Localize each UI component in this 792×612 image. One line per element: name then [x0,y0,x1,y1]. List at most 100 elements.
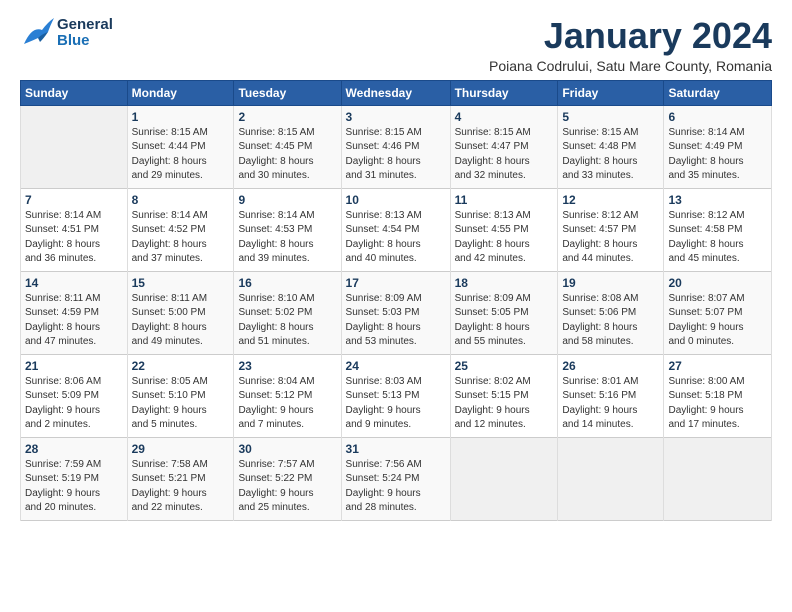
calendar-week-row: 1 Sunrise: 8:15 AM Sunset: 4:44 PM Daylig… [21,105,772,188]
day-info: Sunrise: 8:01 AM Sunset: 5:16 PM Dayligh… [562,375,659,433]
weekday-header: Monday [127,80,234,105]
day-number: 1 [132,110,230,124]
day-number: 18 [455,276,554,290]
calendar-table: SundayMondayTuesdayWednesdayThursdayFrid… [20,80,772,521]
calendar-cell: 29 Sunrise: 7:58 AM Sunset: 5:21 PM Dayli… [127,437,234,520]
calendar-cell: 10Sunrise: 8:13 AM Sunset: 4:54 PM Dayli… [341,188,450,271]
day-info: Sunrise: 8:07 AM Sunset: 5:07 PM Dayligh… [668,292,767,350]
calendar-cell: 24 Sunrise: 8:03 AM Sunset: 5:13 PM Dayli… [341,354,450,437]
logo-text: General Blue [20,16,113,50]
day-number: 28 [25,442,123,456]
calendar-week-row: 7 Sunrise: 8:14 AM Sunset: 4:51 PM Daylig… [21,188,772,271]
calendar-cell: 15 Sunrise: 8:11 AM Sunset: 5:00 PM Dayli… [127,271,234,354]
header: General Blue January 2024 Poiana Codrulu… [20,16,772,74]
calendar-cell: 3Sunrise: 8:15 AM Sunset: 4:46 PM Daylig… [341,105,450,188]
weekday-header: Wednesday [341,80,450,105]
day-number: 9 [238,193,336,207]
day-number: 29 [132,442,230,456]
day-info: Sunrise: 8:11 AM Sunset: 4:59 PM Dayligh… [25,292,123,350]
day-number: 22 [132,359,230,373]
day-number: 23 [238,359,336,373]
calendar-cell: 30 Sunrise: 7:57 AM Sunset: 5:22 PM Dayli… [234,437,341,520]
calendar-cell: 18 Sunrise: 8:09 AM Sunset: 5:05 PM Dayli… [450,271,558,354]
calendar-cell: 28 Sunrise: 7:59 AM Sunset: 5:19 PM Dayli… [21,437,128,520]
day-info: Sunrise: 8:14 AM Sunset: 4:49 PM Dayligh… [668,126,767,184]
day-info: Sunrise: 8:06 AM Sunset: 5:09 PM Dayligh… [25,375,123,433]
page-container: General Blue January 2024 Poiana Codrulu… [0,0,792,531]
logo-bird-icon [20,16,54,50]
calendar-cell: 14 Sunrise: 8:11 AM Sunset: 4:59 PM Dayli… [21,271,128,354]
logo-blue: Blue [57,33,113,50]
calendar-cell: 19 Sunrise: 8:08 AM Sunset: 5:06 PM Dayli… [558,271,664,354]
day-info: Sunrise: 8:10 AM Sunset: 5:02 PM Dayligh… [238,292,336,350]
day-number: 25 [455,359,554,373]
calendar-cell [450,437,558,520]
calendar-body: 1 Sunrise: 8:15 AM Sunset: 4:44 PM Daylig… [21,105,772,520]
day-number: 17 [346,276,446,290]
day-info: Sunrise: 8:14 AM Sunset: 4:53 PM Dayligh… [238,209,336,267]
day-info: Sunrise: 8:04 AM Sunset: 5:12 PM Dayligh… [238,375,336,433]
weekday-header: Saturday [664,80,772,105]
day-info: Sunrise: 8:15 AM Sunset: 4:46 PM Dayligh… [346,126,446,184]
calendar-cell: 9 Sunrise: 8:14 AM Sunset: 4:53 PM Daylig… [234,188,341,271]
calendar-cell: 21 Sunrise: 8:06 AM Sunset: 5:09 PM Dayli… [21,354,128,437]
calendar-cell: 20Sunrise: 8:07 AM Sunset: 5:07 PM Dayli… [664,271,772,354]
calendar-cell: 13Sunrise: 8:12 AM Sunset: 4:58 PM Dayli… [664,188,772,271]
calendar-cell: 27Sunrise: 8:00 AM Sunset: 5:18 PM Dayli… [664,354,772,437]
day-info: Sunrise: 8:13 AM Sunset: 4:55 PM Dayligh… [455,209,554,267]
day-number: 30 [238,442,336,456]
calendar-cell: 26 Sunrise: 8:01 AM Sunset: 5:16 PM Dayli… [558,354,664,437]
calendar-cell [664,437,772,520]
location-subtitle: Poiana Codrului, Satu Mare County, Roman… [489,58,772,74]
calendar-cell [21,105,128,188]
calendar-cell: 1 Sunrise: 8:15 AM Sunset: 4:44 PM Daylig… [127,105,234,188]
calendar-cell: 8Sunrise: 8:14 AM Sunset: 4:52 PM Daylig… [127,188,234,271]
day-number: 8 [132,193,230,207]
day-info: Sunrise: 8:00 AM Sunset: 5:18 PM Dayligh… [668,375,767,433]
day-info: Sunrise: 8:15 AM Sunset: 4:47 PM Dayligh… [455,126,554,184]
day-number: 19 [562,276,659,290]
day-number: 26 [562,359,659,373]
month-title: January 2024 [489,16,772,56]
weekday-header: Tuesday [234,80,341,105]
day-info: Sunrise: 7:58 AM Sunset: 5:21 PM Dayligh… [132,458,230,516]
day-info: Sunrise: 8:15 AM Sunset: 4:45 PM Dayligh… [238,126,336,184]
calendar-cell: 22Sunrise: 8:05 AM Sunset: 5:10 PM Dayli… [127,354,234,437]
day-info: Sunrise: 8:09 AM Sunset: 5:03 PM Dayligh… [346,292,446,350]
calendar-cell: 11 Sunrise: 8:13 AM Sunset: 4:55 PM Dayli… [450,188,558,271]
calendar-cell: 31Sunrise: 7:56 AM Sunset: 5:24 PM Dayli… [341,437,450,520]
calendar-header: SundayMondayTuesdayWednesdayThursdayFrid… [21,80,772,105]
calendar-week-row: 21 Sunrise: 8:06 AM Sunset: 5:09 PM Dayli… [21,354,772,437]
calendar-cell: 5Sunrise: 8:15 AM Sunset: 4:48 PM Daylig… [558,105,664,188]
calendar-cell: 17 Sunrise: 8:09 AM Sunset: 5:03 PM Dayli… [341,271,450,354]
weekday-header: Thursday [450,80,558,105]
calendar-cell: 2 Sunrise: 8:15 AM Sunset: 4:45 PM Daylig… [234,105,341,188]
calendar-cell: 6Sunrise: 8:14 AM Sunset: 4:49 PM Daylig… [664,105,772,188]
day-info: Sunrise: 7:57 AM Sunset: 5:22 PM Dayligh… [238,458,336,516]
day-number: 13 [668,193,767,207]
day-number: 24 [346,359,446,373]
day-info: Sunrise: 8:11 AM Sunset: 5:00 PM Dayligh… [132,292,230,350]
day-number: 5 [562,110,659,124]
day-info: Sunrise: 8:09 AM Sunset: 5:05 PM Dayligh… [455,292,554,350]
day-number: 14 [25,276,123,290]
day-number: 7 [25,193,123,207]
day-info: Sunrise: 7:59 AM Sunset: 5:19 PM Dayligh… [25,458,123,516]
calendar-cell: 16Sunrise: 8:10 AM Sunset: 5:02 PM Dayli… [234,271,341,354]
day-info: Sunrise: 8:15 AM Sunset: 4:44 PM Dayligh… [132,126,230,184]
day-info: Sunrise: 8:03 AM Sunset: 5:13 PM Dayligh… [346,375,446,433]
calendar-cell: 7 Sunrise: 8:14 AM Sunset: 4:51 PM Daylig… [21,188,128,271]
day-number: 31 [346,442,446,456]
calendar-week-row: 28 Sunrise: 7:59 AM Sunset: 5:19 PM Dayli… [21,437,772,520]
day-info: Sunrise: 8:14 AM Sunset: 4:51 PM Dayligh… [25,209,123,267]
day-info: Sunrise: 8:08 AM Sunset: 5:06 PM Dayligh… [562,292,659,350]
weekday-header: Friday [558,80,664,105]
day-number: 11 [455,193,554,207]
calendar-week-row: 14 Sunrise: 8:11 AM Sunset: 4:59 PM Dayli… [21,271,772,354]
calendar-cell: 25Sunrise: 8:02 AM Sunset: 5:15 PM Dayli… [450,354,558,437]
day-number: 2 [238,110,336,124]
day-info: Sunrise: 8:12 AM Sunset: 4:57 PM Dayligh… [562,209,659,267]
calendar-cell: 12Sunrise: 8:12 AM Sunset: 4:57 PM Dayli… [558,188,664,271]
day-number: 15 [132,276,230,290]
day-number: 21 [25,359,123,373]
